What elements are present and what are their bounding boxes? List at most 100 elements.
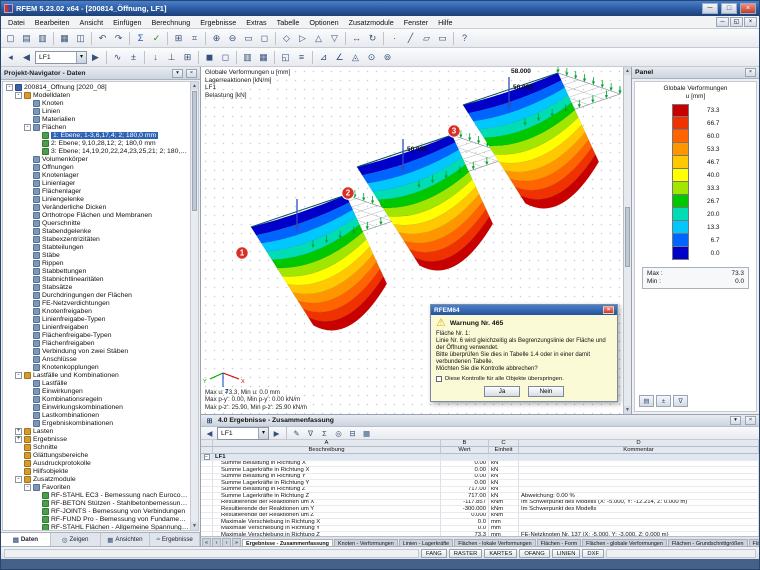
tree-item[interactable]: Rippen [3, 259, 189, 267]
table-print-icon[interactable]: ▦ [360, 427, 373, 439]
render-solid-icon[interactable]: ◼ [202, 50, 217, 65]
menu-zusatzmodule[interactable]: Zusatzmodule [344, 17, 399, 28]
redo-icon[interactable]: ↷ [111, 31, 126, 46]
table-dock-button[interactable]: ▾ [730, 416, 741, 425]
tree-item[interactable]: - Favoriten [3, 483, 189, 491]
dialog-close-button[interactable]: × [603, 306, 614, 314]
check-model-icon[interactable]: ✓ [149, 31, 164, 46]
tree-item[interactable]: - Lastfälle und Kombinationen [3, 371, 189, 379]
menu-bearbeiten[interactable]: Bearbeiten [30, 17, 75, 28]
tree-item[interactable]: Hilfsobjekte [3, 467, 189, 475]
tree-item[interactable]: Stabnichtlinearitäten [3, 275, 189, 283]
navigator-scrollbar[interactable]: ▲ ▼ [190, 82, 198, 530]
navigator-tab-zeigen[interactable]: ◎ Zeigen [51, 533, 101, 546]
tree-item[interactable]: Knotenfreigaben [3, 307, 189, 315]
new-window-icon[interactable]: ◱ [278, 50, 293, 65]
menu-ergebnisse[interactable]: Ergebnisse [195, 17, 241, 28]
toggle-dxf[interactable]: DXF [582, 548, 604, 558]
calculate-icon[interactable]: Σ [133, 31, 148, 46]
table-edit-icon[interactable]: ✎ [290, 427, 303, 439]
tree-item[interactable]: 1: Ebene; 1-3,6,17,4; 2; 180,0 mm [3, 131, 189, 139]
panel-toggle-icon[interactable]: ▥ [240, 50, 255, 65]
toggle-raster[interactable]: RASTER [448, 548, 483, 558]
scroll-up-icon[interactable]: ▲ [191, 82, 198, 90]
tree-item[interactable]: Einwirkungskombinationen [3, 403, 189, 411]
tree-item[interactable]: Querschnitte [3, 219, 189, 227]
tree-item[interactable]: Öffnungen [3, 163, 189, 171]
zoom-out-icon[interactable]: ⊖ [225, 31, 240, 46]
copy-icon[interactable]: ◫ [73, 31, 88, 46]
menu-ansicht[interactable]: Ansicht [75, 17, 109, 28]
toggle-ofang[interactable]: OFANG [519, 548, 550, 558]
tree-item[interactable]: Materialien [3, 115, 189, 123]
scrollbar-thumb[interactable] [625, 207, 630, 267]
mesh-settings-icon[interactable]: ◬ [348, 50, 363, 65]
tree-expander[interactable]: - [15, 91, 22, 99]
tree-item[interactable]: Anschlüsse [3, 355, 189, 363]
tree-item[interactable]: - Modelldaten [3, 91, 189, 99]
scroll-down-icon[interactable]: ▼ [191, 522, 198, 530]
tree-item[interactable]: Verbindung von zwei Stäben [3, 347, 189, 355]
tree-item[interactable]: Knotenkopplungen [3, 363, 189, 371]
view-x-icon[interactable]: ▷ [295, 31, 310, 46]
tree-item[interactable]: RF-STAHL Flächen - Allgemeine Spannungsa… [3, 523, 189, 530]
view-isometric-icon[interactable]: ◇ [279, 31, 294, 46]
tree-item[interactable]: - Flächen [3, 123, 189, 131]
print-graphic-icon[interactable]: ▦ [256, 50, 271, 65]
no-button[interactable]: Nein [528, 386, 564, 397]
tree-item[interactable]: 3: Ebene; 14,19,20,22,24,23,25,21; 2; 18… [3, 147, 189, 155]
tree-expander[interactable]: - [15, 475, 22, 483]
tree-item[interactable]: Lastfälle [3, 379, 189, 387]
tree-item[interactable]: + Lasten [3, 427, 189, 435]
show-supports-icon[interactable]: ⊥ [164, 50, 179, 65]
tree-item[interactable]: Linien [3, 107, 189, 115]
minimize-button[interactable]: ─ [702, 3, 718, 14]
loadcase-next-icon[interactable]: ▶ [88, 50, 103, 65]
tree-item[interactable]: + Ergebnisse [3, 435, 189, 443]
tree-item[interactable]: Lastkombinationen [3, 411, 189, 419]
print-icon[interactable]: ▦ [57, 31, 72, 46]
toggle-linien[interactable]: LINIEN [551, 548, 581, 558]
tree-expander[interactable]: - [24, 483, 31, 491]
angle-icon[interactable]: ∠ [332, 50, 347, 65]
rotate-view-icon[interactable]: ↻ [365, 31, 380, 46]
tree-item[interactable]: Knoten [3, 99, 189, 107]
toggle-kartes[interactable]: KARTES [484, 548, 518, 558]
tree-item[interactable]: Flächenfreigaben [3, 339, 189, 347]
menu-berechnung[interactable]: Berechnung [147, 17, 196, 28]
tree-item[interactable]: Stabsätze [3, 283, 189, 291]
table-filter-icon[interactable]: ∇ [304, 427, 317, 439]
show-values-icon[interactable]: ± [126, 50, 141, 65]
tree-item[interactable]: Orthotrope Flächen und Membranen [3, 211, 189, 219]
tree-item[interactable]: Ergebniskombinationen [3, 419, 189, 427]
table-close-button[interactable]: × [745, 416, 756, 425]
tree-item[interactable]: Knotenlager [3, 171, 189, 179]
chevron-down-icon[interactable]: ▾ [76, 51, 86, 63]
view-back-icon[interactable]: ◂ [3, 50, 18, 65]
new-surface-icon[interactable]: ▱ [419, 31, 434, 46]
tree-item[interactable]: Schnitte [3, 443, 189, 451]
scroll-down-icon[interactable]: ▼ [624, 406, 631, 414]
tree-item[interactable]: RF-BETON Stützen - Stahlbetonbemessung v… [3, 499, 189, 507]
navigator-tab-daten[interactable]: ▤ Daten [1, 533, 51, 546]
graphic-viewport[interactable]: Globale Verformungen u [mm] Lagerreaktion… [201, 67, 623, 414]
tree-item[interactable]: Flächenlager [3, 187, 189, 195]
open-file-icon[interactable]: ▤ [19, 31, 34, 46]
tree-item[interactable]: Einwirkungen [3, 387, 189, 395]
move-view-icon[interactable]: ↔ [349, 31, 364, 46]
navigator-tab-ansichten[interactable]: ▦ Ansichten [101, 533, 151, 546]
menu-hilfe[interactable]: Hilfe [433, 17, 457, 28]
tree-item[interactable]: Volumenkörper [3, 155, 189, 163]
section-icon[interactable]: ⊿ [316, 50, 331, 65]
skip-check-row[interactable]: Diese Kontrolle für alle Objekte überspr… [436, 376, 612, 382]
tree-item[interactable]: Glättungsbereiche [3, 451, 189, 459]
zoom-window-icon[interactable]: ▭ [241, 31, 256, 46]
tree-expander[interactable]: - [24, 123, 31, 131]
render-wireframe-icon[interactable]: ◻ [218, 50, 233, 65]
tree-item[interactable]: Linienfreigaben [3, 323, 189, 331]
scroll-up-icon[interactable]: ▲ [624, 67, 631, 75]
tree-item[interactable]: RF-STAHL EC3 - Bemessung nach Eurocode 3 [3, 491, 189, 499]
center-icon[interactable]: ⊙ [364, 50, 379, 65]
table-prev-icon[interactable]: ◀ [203, 427, 216, 439]
tree-item[interactable]: Flächenfreigabe-Typen [3, 331, 189, 339]
